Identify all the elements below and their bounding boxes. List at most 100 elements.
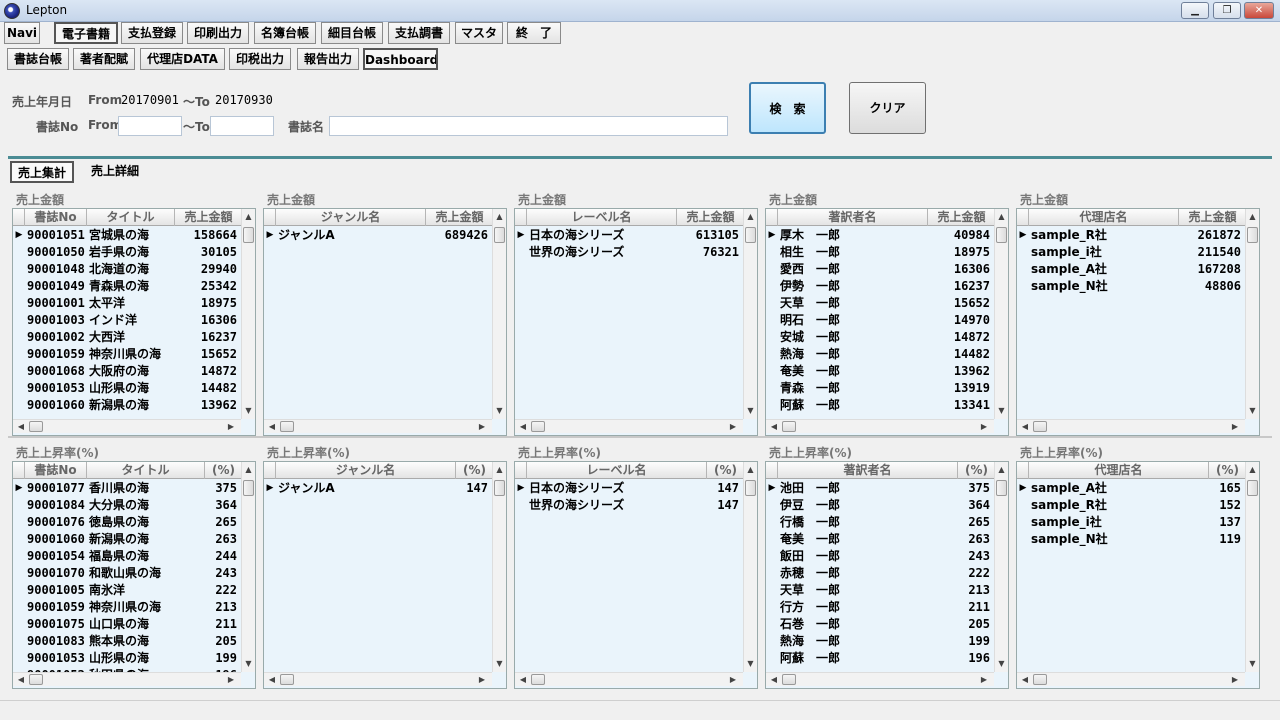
scroll-down-arrow-icon[interactable]: ▼ [744,658,757,670]
column-header[interactable]: (%) [958,462,996,479]
vertical-scrollbar[interactable]: ▲ ▼ [241,462,255,672]
column-header[interactable]: ジャンル名 [276,462,456,479]
table-row[interactable]: 明石 一郎 14970 [766,312,996,329]
row-selector[interactable] [13,397,25,414]
grid-title-amount[interactable]: 書誌No タイトル 売上金額 ▶ 90001051 宮城県の海 158664 90001050… [12,208,256,436]
row-selector[interactable] [766,582,778,599]
grid-agency-rate[interactable]: 代理店名 (%) ▶ sample_A社 165 sample_R社 152 sample_i… [1016,461,1260,689]
row-selector[interactable] [766,650,778,667]
table-row[interactable]: 90001059 神奈川県の海 213 [13,599,243,616]
row-selector[interactable] [1017,278,1029,295]
table-row[interactable]: 天草 一郎 15652 [766,295,996,312]
row-selector[interactable] [13,261,25,278]
scroll-thumb[interactable] [996,480,1007,496]
row-selector[interactable] [766,346,778,363]
search-button[interactable]: 検 索 [749,82,826,134]
horizontal-scroll-thumb[interactable] [531,674,545,685]
current-row-marker-icon[interactable]: ▶ [766,227,778,244]
scroll-right-arrow-icon[interactable]: ▶ [1229,420,1241,433]
row-selector[interactable] [766,514,778,531]
clear-button[interactable]: クリア [849,82,926,134]
scroll-right-arrow-icon[interactable]: ▶ [476,420,488,433]
scroll-left-arrow-icon[interactable]: ◀ [266,673,278,686]
table-row[interactable]: ▶ 厚木 一郎 40984 [766,227,996,244]
scroll-up-arrow-icon[interactable]: ▲ [744,211,757,223]
scroll-down-arrow-icon[interactable]: ▼ [1246,658,1259,670]
horizontal-scroll-thumb[interactable] [782,421,796,432]
column-header[interactable]: 売上金額 [677,209,745,226]
row-selector[interactable] [766,363,778,380]
column-header[interactable]: 著訳者名 [778,209,928,226]
menu-exit[interactable]: 終 了 [507,22,561,44]
column-header[interactable]: タイトル [87,462,205,479]
table-row[interactable]: 90001003 インド洋 16306 [13,312,243,329]
table-row[interactable]: 90001068 大阪府の海 14872 [13,363,243,380]
shoshi-name-input[interactable] [329,116,728,136]
scroll-right-arrow-icon[interactable]: ▶ [476,673,488,686]
current-row-marker-icon[interactable]: ▶ [264,227,276,244]
date-from-input[interactable]: 20170901 [118,90,182,110]
scroll-up-arrow-icon[interactable]: ▲ [242,464,255,476]
scroll-right-arrow-icon[interactable]: ▶ [727,673,739,686]
horizontal-scroll-thumb[interactable] [531,421,545,432]
scroll-thumb[interactable] [996,227,1007,243]
grid-genre-amount[interactable]: ジャンル名 売上金額 ▶ ジャンルA 689426 ▲ ▼ ◀ ▶ [263,208,507,436]
table-row[interactable]: ▶ 日本の海シリーズ 147 [515,480,745,497]
table-row[interactable]: 90001053 山形県の海 14482 [13,380,243,397]
column-header[interactable]: 書誌No [25,209,87,226]
scroll-left-arrow-icon[interactable]: ◀ [15,420,27,433]
row-selector[interactable] [13,312,25,329]
table-row[interactable]: 阿蘇 一郎 196 [766,650,996,667]
current-row-marker-icon[interactable]: ▶ [13,227,25,244]
table-row[interactable]: 90001059 神奈川県の海 15652 [13,346,243,363]
scroll-down-arrow-icon[interactable]: ▼ [242,405,255,417]
table-row[interactable]: ▶ sample_A社 165 [1017,480,1247,497]
table-row[interactable]: ▶ 日本の海シリーズ 613105 [515,227,745,244]
table-row[interactable]: sample_N社 119 [1017,531,1247,548]
table-row[interactable]: 赤穂 一郎 222 [766,565,996,582]
column-header[interactable]: レーベル名 [527,209,677,226]
table-row[interactable]: 90001083 熊本県の海 205 [13,633,243,650]
column-header[interactable]: (%) [456,462,494,479]
menu-detail-ledger[interactable]: 細目台帳 [321,22,383,44]
row-selector[interactable] [13,244,25,261]
table-row[interactable]: 奄美 一郎 263 [766,531,996,548]
table-row[interactable]: 石巻 一郎 205 [766,616,996,633]
column-header[interactable]: 著訳者名 [778,462,958,479]
table-row[interactable]: ▶ sample_R社 261872 [1017,227,1247,244]
submenu-author-allocation[interactable]: 著者配賦 [73,48,135,70]
shoshi-no-to-input[interactable] [210,116,274,136]
row-selector[interactable] [766,599,778,616]
horizontal-scroll-thumb[interactable] [29,674,43,685]
horizontal-scrollbar[interactable]: ◀ ▶ [515,672,743,686]
table-row[interactable]: ▶ ジャンルA 147 [264,480,494,497]
column-header[interactable]: (%) [1209,462,1247,479]
scroll-left-arrow-icon[interactable]: ◀ [768,420,780,433]
scroll-thumb[interactable] [494,227,505,243]
scroll-down-arrow-icon[interactable]: ▼ [995,405,1008,417]
row-selector[interactable] [766,565,778,582]
scroll-left-arrow-icon[interactable]: ◀ [517,420,529,433]
scroll-left-arrow-icon[interactable]: ◀ [1019,420,1031,433]
column-header[interactable]: 代理店名 [1029,209,1179,226]
table-row[interactable]: 行橋 一郎 265 [766,514,996,531]
horizontal-scrollbar[interactable]: ◀ ▶ [1017,672,1245,686]
column-header[interactable]: (%) [205,462,243,479]
row-selector[interactable] [766,633,778,650]
scroll-down-arrow-icon[interactable]: ▼ [493,405,506,417]
submenu-dashboard[interactable]: Dashboard [363,48,438,70]
submenu-royalty-output[interactable]: 印税出力 [229,48,291,70]
row-selector[interactable] [13,295,25,312]
horizontal-scroll-thumb[interactable] [280,674,294,685]
column-header[interactable]: (%) [707,462,745,479]
close-button[interactable]: ✕ [1244,2,1274,19]
restore-button[interactable]: ❐ [1213,2,1241,19]
scroll-up-arrow-icon[interactable]: ▲ [242,211,255,223]
table-row[interactable]: 青森 一郎 13919 [766,380,996,397]
current-row-marker-icon[interactable]: ▶ [515,227,527,244]
row-selector[interactable] [13,531,25,548]
row-selector[interactable] [13,278,25,295]
grid-title-rate[interactable]: 書誌No タイトル (%) ▶ 90001077 香川県の海 375 90001084 大分県の… [12,461,256,689]
scroll-thumb[interactable] [243,480,254,496]
menu-ebook[interactable]: 電子書籍 [54,22,118,44]
